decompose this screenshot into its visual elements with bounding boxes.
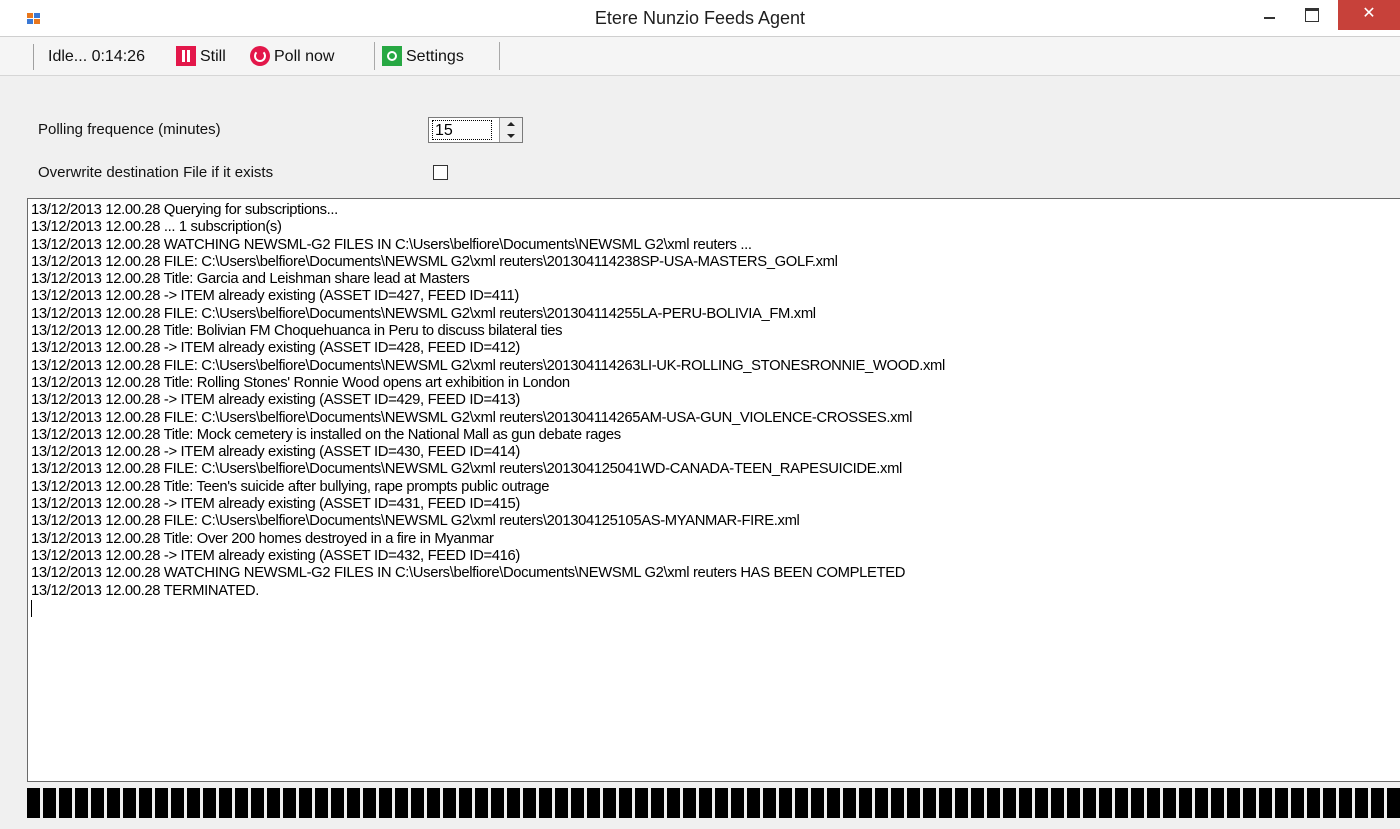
minimize-button[interactable]	[1250, 2, 1288, 30]
close-icon: ✕	[1362, 5, 1376, 22]
log-line: 13/12/2013 12.00.28 Title: Mock cemetery…	[31, 426, 621, 443]
log-line: 13/12/2013 12.00.28 -> ITEM already exis…	[31, 392, 520, 409]
log-line: 13/12/2013 12.00.28 Title: Over 200 home…	[31, 530, 494, 547]
log-line: 13/12/2013 12.00.28 ... 1 subscription(s…	[31, 219, 282, 236]
poll-now-button[interactable]: Poll now	[250, 44, 334, 70]
log-line: 13/12/2013 12.00.28 Title: Rolling Stone…	[31, 374, 570, 391]
log-line: 13/12/2013 12.00.28 -> ITEM already exis…	[31, 444, 520, 461]
log-line: 13/12/2013 12.00.28 WATCHING NEWSML-G2 F…	[31, 236, 752, 253]
log-line: 13/12/2013 12.00.28 -> ITEM already exis…	[31, 496, 520, 513]
log-line: 13/12/2013 12.00.28 FILE: C:\Users\belfi…	[31, 305, 816, 322]
progress-bar	[27, 788, 1400, 818]
gear-icon	[382, 45, 402, 66]
pause-icon	[176, 45, 196, 66]
window-title: Etere Nunzio Feeds Agent	[594, 8, 806, 28]
toolbar-separator	[499, 42, 500, 70]
log-line: 13/12/2013 12.00.28 Querying for subscri…	[31, 202, 338, 218]
spin-down-button[interactable]	[500, 130, 522, 142]
spin-buttons	[499, 118, 522, 142]
polling-frequency-label: Polling frequence (minutes)	[38, 121, 221, 138]
overwrite-label: Overwrite destination File if it exists	[38, 164, 274, 181]
poll-label: Poll now	[274, 48, 335, 65]
log-line: 13/12/2013 12.00.28 FILE: C:\Users\belfi…	[31, 409, 913, 426]
overwrite-checkbox[interactable]	[433, 165, 448, 180]
polling-frequency-value[interactable]: 15	[432, 120, 492, 140]
log-line: 13/12/2013 12.00.28 WATCHING NEWSML-G2 F…	[31, 565, 906, 582]
log-lines: 13/12/2013 12.00.28 Querying for subscri…	[31, 202, 1400, 600]
polling-frequency-stepper[interactable]: 15	[428, 117, 523, 143]
log-line: 13/12/2013 12.00.28 Title: Garcia and Le…	[31, 271, 470, 288]
settings-label: Settings	[406, 48, 464, 65]
toolbar: Idle... 0:14:26 Still Poll now Settings	[0, 37, 1400, 76]
log-line: 13/12/2013 12.00.28 FILE: C:\Users\belfi…	[31, 253, 838, 270]
log-line: 13/12/2013 12.00.28 -> ITEM already exis…	[31, 288, 519, 305]
status-label: Idle... 0:14:26	[48, 48, 145, 65]
toolbar-separator	[374, 42, 375, 70]
log-line: 13/12/2013 12.00.28 TERMINATED.	[31, 582, 259, 599]
title-bar[interactable]: Etere Nunzio Feeds Agent ✕	[0, 0, 1400, 37]
log-line: 13/12/2013 12.00.28 FILE: C:\Users\belfi…	[31, 513, 800, 530]
still-button[interactable]: Still	[176, 44, 226, 70]
toolbar-grip[interactable]	[33, 44, 34, 70]
maximize-button[interactable]	[1292, 2, 1332, 30]
poll-icon	[250, 45, 270, 66]
log-line: 13/12/2013 12.00.28 FILE: C:\Users\belfi…	[31, 461, 902, 478]
log-textarea[interactable]: 13/12/2013 12.00.28 Querying for subscri…	[27, 198, 1400, 782]
log-line: 13/12/2013 12.00.28 FILE: C:\Users\belfi…	[31, 357, 945, 374]
close-button[interactable]: ✕	[1338, 0, 1400, 30]
still-label: Still	[200, 48, 226, 65]
log-line: 13/12/2013 12.00.28 -> ITEM already exis…	[31, 547, 520, 564]
log-line: 13/12/2013 12.00.28 Title: Teen's suicid…	[31, 478, 550, 495]
log-line: 13/12/2013 12.00.28 -> ITEM already exis…	[31, 340, 520, 357]
settings-button[interactable]: Settings	[382, 44, 464, 70]
text-caret	[31, 599, 32, 617]
log-line: 13/12/2013 12.00.28 Title: Bolivian FM C…	[31, 323, 563, 340]
